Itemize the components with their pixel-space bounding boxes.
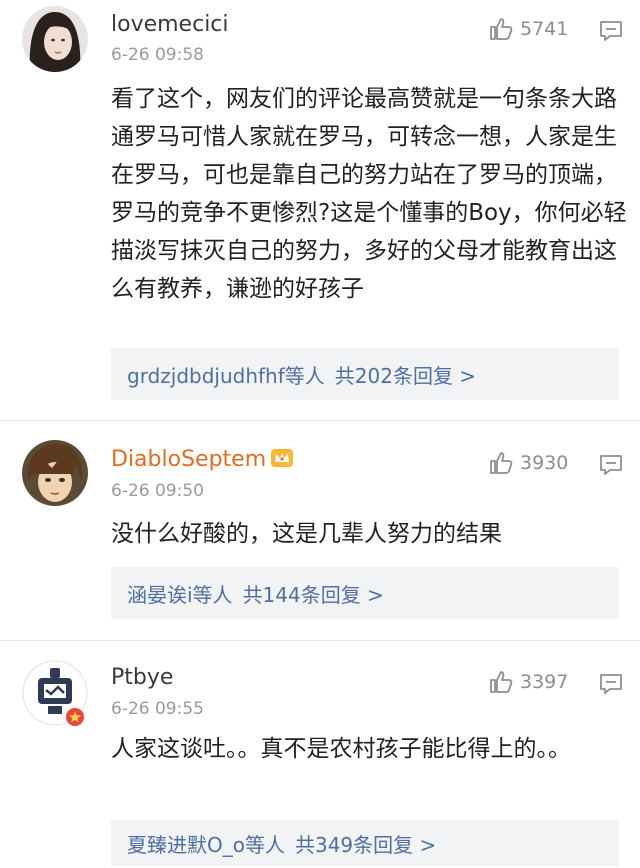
like-button[interactable]: 3397	[488, 669, 568, 695]
comment-text: 没什么好酸的，这是几辈人努力的结果	[111, 521, 502, 547]
comment-bubble-icon[interactable]	[598, 671, 624, 697]
like-count: 5741	[520, 18, 569, 40]
comment-time: 6-26 09:50	[111, 481, 204, 501]
thumbs-up-icon	[488, 669, 514, 695]
username[interactable]: DiabloSeptem	[111, 446, 294, 474]
thumbs-up-icon	[488, 16, 514, 42]
like-button[interactable]: 3930	[488, 450, 568, 476]
replies-count: 共349条回复 >	[294, 832, 437, 857]
replies-preview[interactable]: 夏臻进默O_o等人 共349条回复 >	[111, 820, 619, 866]
comment-time: 6-26 09:58	[111, 45, 204, 65]
comment-text: 看了这个，网友们的评论最高赞就是一句条条大路通罗马可惜人家就在罗马，可转念一想，…	[111, 86, 627, 302]
like-count: 3930	[520, 452, 569, 474]
avatar[interactable]	[22, 6, 88, 72]
like-count: 3397	[520, 671, 569, 693]
comment-text: 人家这谈吐。。真不是农村孩子能比得上的。。	[111, 736, 571, 762]
username-text[interactable]: DiabloSeptem	[111, 447, 266, 472]
comment-feed: lovemecici 6-26 09:58 5741 看了这个，网友们的评论最高…	[0, 0, 640, 868]
replies-count: 共202条回复 >	[334, 363, 477, 388]
replies-users: 涵晏诶i等人	[127, 582, 233, 607]
replies-count: 共144条回复 >	[242, 582, 384, 607]
replies-preview[interactable]: grdzjdbdjudhfhf等人 共202条回复 >	[111, 348, 619, 400]
comment-bubble-icon[interactable]	[598, 452, 624, 478]
verified-badge-icon	[64, 706, 86, 728]
username[interactable]: lovemecici	[111, 11, 229, 39]
divider	[0, 420, 640, 421]
thumbs-up-icon	[488, 450, 514, 476]
comment-time: 6-26 09:55	[111, 699, 204, 719]
replies-preview[interactable]: 涵晏诶i等人 共144条回复 >	[111, 567, 619, 619]
avatar[interactable]	[22, 440, 88, 506]
replies-users: 夏臻进默O_o等人	[127, 832, 285, 857]
comment-bubble-icon[interactable]	[598, 18, 624, 44]
replies-users: grdzjdbdjudhfhf等人	[127, 363, 325, 388]
like-button[interactable]: 5741	[488, 16, 568, 42]
divider	[0, 640, 640, 641]
crown-badge-icon	[270, 447, 294, 469]
username[interactable]: Ptbye	[111, 664, 173, 692]
